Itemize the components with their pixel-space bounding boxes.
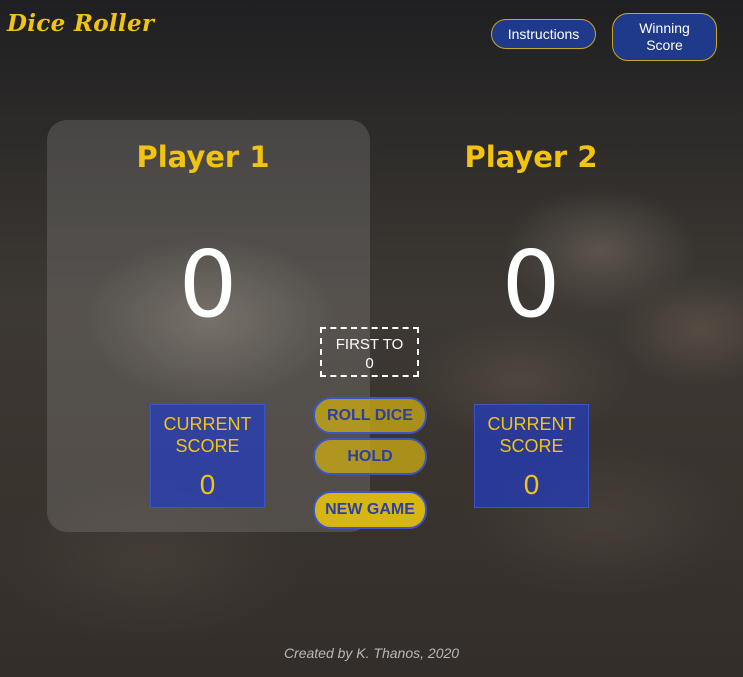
- player-1-current-score-label: CURRENT SCORE: [151, 413, 264, 457]
- player-1-name: Player 1: [136, 140, 270, 174]
- player-2-current-score-value: 0: [523, 469, 540, 500]
- instructions-button[interactable]: Instructions: [491, 19, 596, 49]
- footer-credit: Created by K. Thanos, 2020: [283, 645, 460, 661]
- app-logo: Dice Roller: [7, 10, 155, 37]
- first-to-label: FIRST TO: [335, 336, 404, 353]
- first-to-target-box: FIRST TO 0: [320, 327, 419, 377]
- first-to-value: 0: [365, 355, 374, 372]
- winning-score-button[interactable]: Winning Score: [612, 13, 717, 61]
- player-2-current-score-label: CURRENT SCORE: [475, 413, 588, 457]
- winning-score-label-line1: Winning: [639, 20, 690, 36]
- player-1-current-label-line2: SCORE: [175, 436, 240, 456]
- instructions-button-label: Instructions: [507, 26, 580, 42]
- hold-button[interactable]: HOLD: [313, 438, 427, 475]
- player-1-current-score-box: CURRENT SCORE 0: [150, 404, 265, 508]
- player-1-total-score: 0: [178, 231, 238, 338]
- player-2-name: Player 2: [464, 140, 598, 174]
- player-2-current-label-line2: SCORE: [499, 436, 564, 456]
- player-2-total-score: 0: [501, 231, 561, 338]
- player-2-current-label-line1: CURRENT: [487, 414, 576, 434]
- roll-dice-button[interactable]: ROLL DICE: [313, 397, 427, 434]
- player-1-current-label-line1: CURRENT: [163, 414, 252, 434]
- new-game-button[interactable]: NEW GAME: [313, 491, 427, 529]
- winning-score-label-line2: Score: [646, 37, 683, 53]
- player-2-current-score-box: CURRENT SCORE 0: [474, 404, 589, 508]
- player-1-current-score-value: 0: [199, 469, 216, 500]
